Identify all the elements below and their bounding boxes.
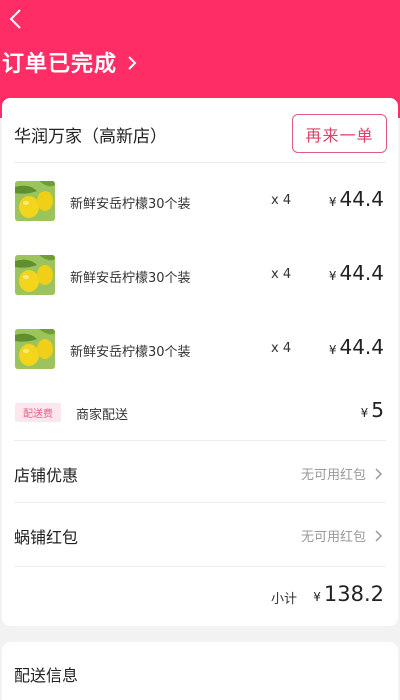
reorder-button[interactable]: 再来一单 xyxy=(292,114,387,153)
order-status[interactable]: 订单已完成 xyxy=(2,46,139,78)
divider xyxy=(14,566,386,567)
store-discount-selector[interactable]: 无可用红包 xyxy=(301,464,384,483)
order-status-text: 订单已完成 xyxy=(2,52,118,77)
currency-symbol: ¥ xyxy=(328,269,337,283)
redpacket-label: 蜗铺红包 xyxy=(14,528,79,547)
chevron-right-icon xyxy=(128,56,137,70)
divider xyxy=(14,162,386,163)
lemon-image xyxy=(15,329,55,369)
chevron-right-icon xyxy=(375,467,383,480)
redpacket-selector[interactable]: 无可用红包 xyxy=(301,526,384,545)
subtotal-value: ¥138.2 xyxy=(313,582,384,606)
item-price-value: 44.4 xyxy=(339,335,384,359)
currency-symbol: ¥ xyxy=(328,343,337,357)
store-name[interactable]: 华润万家（高新店） xyxy=(14,122,167,147)
item-name: 新鲜安岳柠檬30个装 xyxy=(70,197,191,212)
delivery-fee-label: 商家配送 xyxy=(76,408,129,423)
order-item[interactable]: 新鲜安岳柠檬30个装 x 4 ¥44.4 xyxy=(0,329,400,369)
item-quantity: x 4 xyxy=(271,193,292,208)
currency-symbol: ¥ xyxy=(360,406,369,420)
store-discount-value: 无可用红包 xyxy=(300,468,366,483)
subtotal-amount: 138.2 xyxy=(323,582,384,606)
store-discount-label: 店铺优惠 xyxy=(14,466,79,485)
lemon-image xyxy=(15,181,55,221)
currency-symbol: ¥ xyxy=(313,590,321,604)
item-price: ¥44.4 xyxy=(329,187,384,211)
delivery-fee-badge: 配送费 xyxy=(15,403,61,422)
item-price-value: 44.4 xyxy=(339,187,384,211)
delivery-fee-price: ¥5 xyxy=(361,398,384,422)
order-item[interactable]: 新鲜安岳柠檬30个装 x 4 ¥44.4 xyxy=(0,255,400,295)
item-price: ¥44.4 xyxy=(329,335,384,359)
redpacket-value: 无可用红包 xyxy=(300,530,366,545)
order-item[interactable]: 新鲜安岳柠檬30个装 x 4 ¥44.4 xyxy=(0,181,400,221)
item-name: 新鲜安岳柠檬30个装 xyxy=(70,271,191,286)
subtotal-label: 小计 xyxy=(271,592,298,607)
back-arrow-icon[interactable] xyxy=(6,6,28,32)
lemon-image xyxy=(15,255,55,295)
item-name: 新鲜安岳柠檬30个装 xyxy=(70,345,191,360)
item-quantity: x 4 xyxy=(271,267,292,282)
item-price: ¥44.4 xyxy=(329,261,384,285)
delivery-fee-value: 5 xyxy=(371,398,384,422)
chevron-right-icon xyxy=(375,529,383,542)
currency-symbol: ¥ xyxy=(328,195,337,209)
divider xyxy=(14,440,386,441)
item-quantity: x 4 xyxy=(271,341,292,356)
delivery-info-title: 配送信息 xyxy=(14,666,79,685)
item-price-value: 44.4 xyxy=(339,261,384,285)
divider xyxy=(14,502,386,503)
